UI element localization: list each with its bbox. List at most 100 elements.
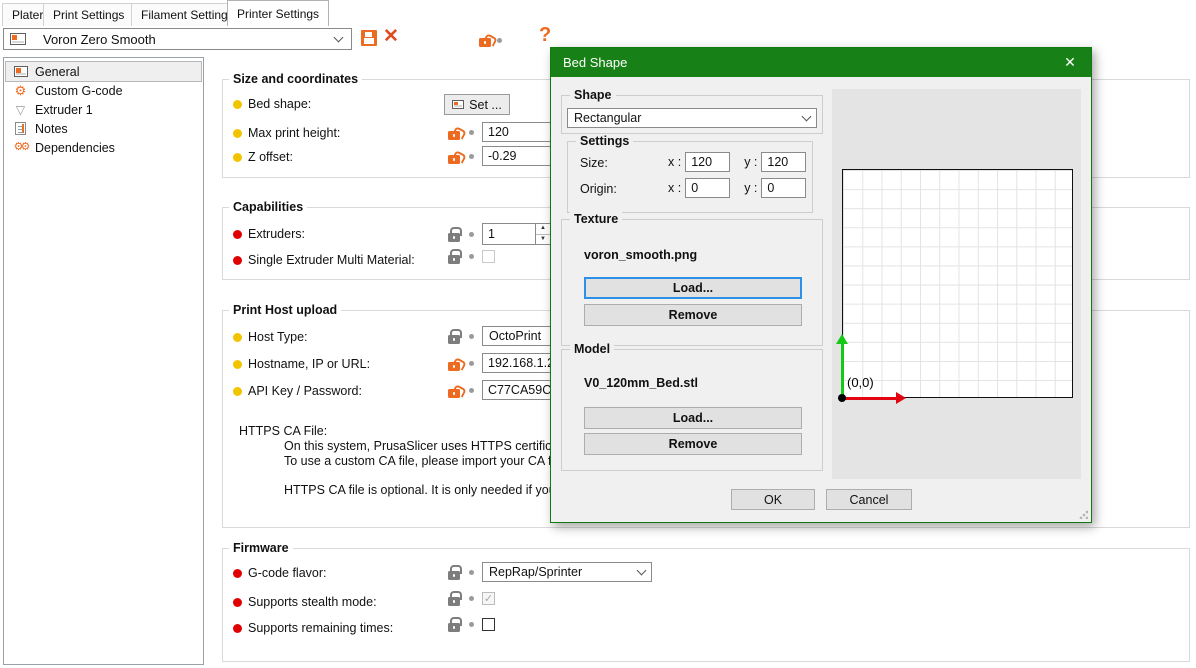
button-label: Load...	[673, 281, 713, 295]
bed-outline	[842, 169, 1073, 398]
https-ca-file-title: HTTPS CA File:	[239, 424, 327, 439]
option-label: G-code flavor:	[248, 566, 327, 580]
mode-bullet-icon	[233, 569, 242, 578]
lock-icon[interactable]	[448, 255, 460, 264]
lock-icon[interactable]	[448, 597, 460, 606]
sidebar-item-label: Extruder 1	[35, 103, 93, 117]
dialog-group-settings: Settings Size: x : y : Origin: x : y :	[567, 141, 813, 213]
button-label: Remove	[669, 437, 718, 451]
lock-icon[interactable]	[448, 623, 460, 632]
size-label: Size:	[580, 156, 608, 170]
stealth-mode-checkbox[interactable]: ✓	[482, 592, 495, 605]
lock-icon[interactable]	[448, 571, 460, 580]
sidebar-item-general[interactable]: General	[6, 62, 201, 81]
max-print-height-input[interactable]	[482, 122, 553, 142]
button-label: Cancel	[850, 493, 889, 507]
origin-coordinates-label: (0,0)	[847, 375, 874, 390]
option-row-remaining-times: Supports remaining times:	[233, 617, 393, 639]
close-icon[interactable]: ✕	[1049, 48, 1091, 77]
sidebar-item-custom-gcode[interactable]: ⚙ Custom G-code	[6, 81, 201, 100]
shape-combobox[interactable]: Rectangular	[567, 108, 817, 128]
y-axis-arrow	[841, 343, 844, 395]
semm-checkbox[interactable]	[482, 250, 495, 263]
option-row-z-offset: Z offset:	[233, 146, 293, 168]
dialog-titlebar[interactable]: Bed Shape ✕	[551, 48, 1091, 77]
bed-shape-set-button[interactable]: Set ...	[444, 94, 510, 115]
ok-button[interactable]: OK	[731, 489, 815, 510]
unlock-icon[interactable]	[448, 389, 460, 398]
mode-bullet-icon	[233, 256, 242, 265]
modified-dot-icon	[469, 154, 474, 159]
sidebar-item-extruder-1[interactable]: ▽ Extruder 1	[6, 100, 201, 119]
bed-icon	[452, 100, 464, 109]
option-row-host-type: Host Type:	[233, 326, 308, 348]
unlock-icon[interactable]	[448, 131, 460, 140]
gcode-flavor-controls: RepRap/Sprinter	[448, 562, 652, 582]
mode-bullet-icon	[233, 624, 242, 633]
unlock-icon[interactable]	[448, 155, 460, 164]
bed-shape-dialog: Bed Shape ✕ Shape Rectangular Settings S…	[550, 47, 1092, 523]
texture-load-button[interactable]: Load...	[584, 277, 802, 299]
dialog-title: Bed Shape	[563, 55, 627, 70]
option-label: Host Type:	[248, 330, 308, 344]
remaining-times-checkbox[interactable]	[482, 618, 495, 631]
chevron-down-icon	[802, 111, 812, 121]
group-title: Print Host upload	[229, 303, 341, 317]
group-title: Model	[570, 342, 614, 356]
origin-x-input[interactable]	[685, 178, 730, 198]
tab-printer-settings[interactable]: Printer Settings	[227, 0, 329, 26]
resize-grip[interactable]	[1079, 510, 1088, 519]
cancel-button[interactable]: Cancel	[826, 489, 912, 510]
gcode-flavor-value: RepRap/Sprinter	[489, 565, 582, 579]
sidebar-item-dependencies[interactable]: ⚙⚙ Dependencies	[6, 138, 201, 157]
spin-up-icon[interactable]: ▲	[536, 224, 550, 235]
printer-preset-combobox[interactable]: Voron Zero Smooth	[3, 28, 352, 50]
x-axis-arrow	[845, 397, 897, 400]
size-y-input[interactable]	[761, 152, 806, 172]
z-offset-input[interactable]	[482, 146, 553, 166]
unlock-icon[interactable]	[479, 38, 491, 47]
gcode-flavor-combobox[interactable]: RepRap/Sprinter	[482, 562, 652, 582]
delete-preset-button[interactable]: ✕	[383, 26, 399, 48]
model-remove-button[interactable]: Remove	[584, 433, 802, 455]
lock-icon[interactable]	[448, 335, 460, 344]
remaining-times-controls	[448, 617, 495, 632]
option-label: Single Extruder Multi Material:	[248, 253, 415, 267]
spinner-arrows[interactable]: ▲▼	[535, 224, 550, 244]
tab-label: Printer Settings	[237, 7, 319, 21]
modified-dot-icon	[469, 130, 474, 135]
lock-icon[interactable]	[448, 233, 460, 242]
tab-print-settings[interactable]: Print Settings	[43, 3, 134, 26]
option-label: Supports remaining times:	[248, 621, 393, 635]
size-x-input[interactable]	[685, 152, 730, 172]
y-label: y :	[744, 181, 757, 195]
extruders-value: 1	[483, 224, 535, 244]
y-label: y :	[744, 155, 757, 169]
option-label: Bed shape:	[248, 97, 311, 111]
origin-y-input[interactable]	[761, 178, 806, 198]
sidebar-item-label: General	[35, 65, 79, 79]
model-load-button[interactable]: Load...	[584, 407, 802, 429]
button-label: Remove	[669, 308, 718, 322]
mode-bullet-icon	[233, 153, 242, 162]
bed-preview-canvas[interactable]: (0,0)	[832, 89, 1081, 479]
spin-down-icon[interactable]: ▼	[536, 235, 550, 245]
settings-category-tree: General ⚙ Custom G-code ▽ Extruder 1 Not…	[3, 57, 204, 665]
save-preset-button[interactable]	[361, 30, 377, 46]
option-label: Max print height:	[248, 126, 340, 140]
notes-icon	[12, 122, 29, 135]
extruders-controls: 1 ▲▼	[448, 223, 551, 245]
group-title: Firmware	[229, 541, 293, 555]
texture-remove-button[interactable]: Remove	[584, 304, 802, 326]
mode-bullet-icon	[233, 598, 242, 607]
unlock-icon[interactable]	[448, 362, 460, 371]
option-label: Z offset:	[248, 150, 293, 164]
help-icon[interactable]: ?	[539, 24, 551, 47]
option-label: Extruders:	[248, 227, 305, 241]
dialog-group-model: Model V0_120mm_Bed.stl Load... Remove	[561, 349, 823, 471]
option-row-api-key: API Key / Password:	[233, 380, 362, 402]
sidebar-item-notes[interactable]: Notes	[6, 119, 201, 138]
extruders-spinner[interactable]: 1 ▲▼	[482, 223, 551, 245]
sidebar-item-label: Custom G-code	[35, 84, 123, 98]
option-row-stealth-mode: Supports stealth mode:	[233, 591, 377, 613]
